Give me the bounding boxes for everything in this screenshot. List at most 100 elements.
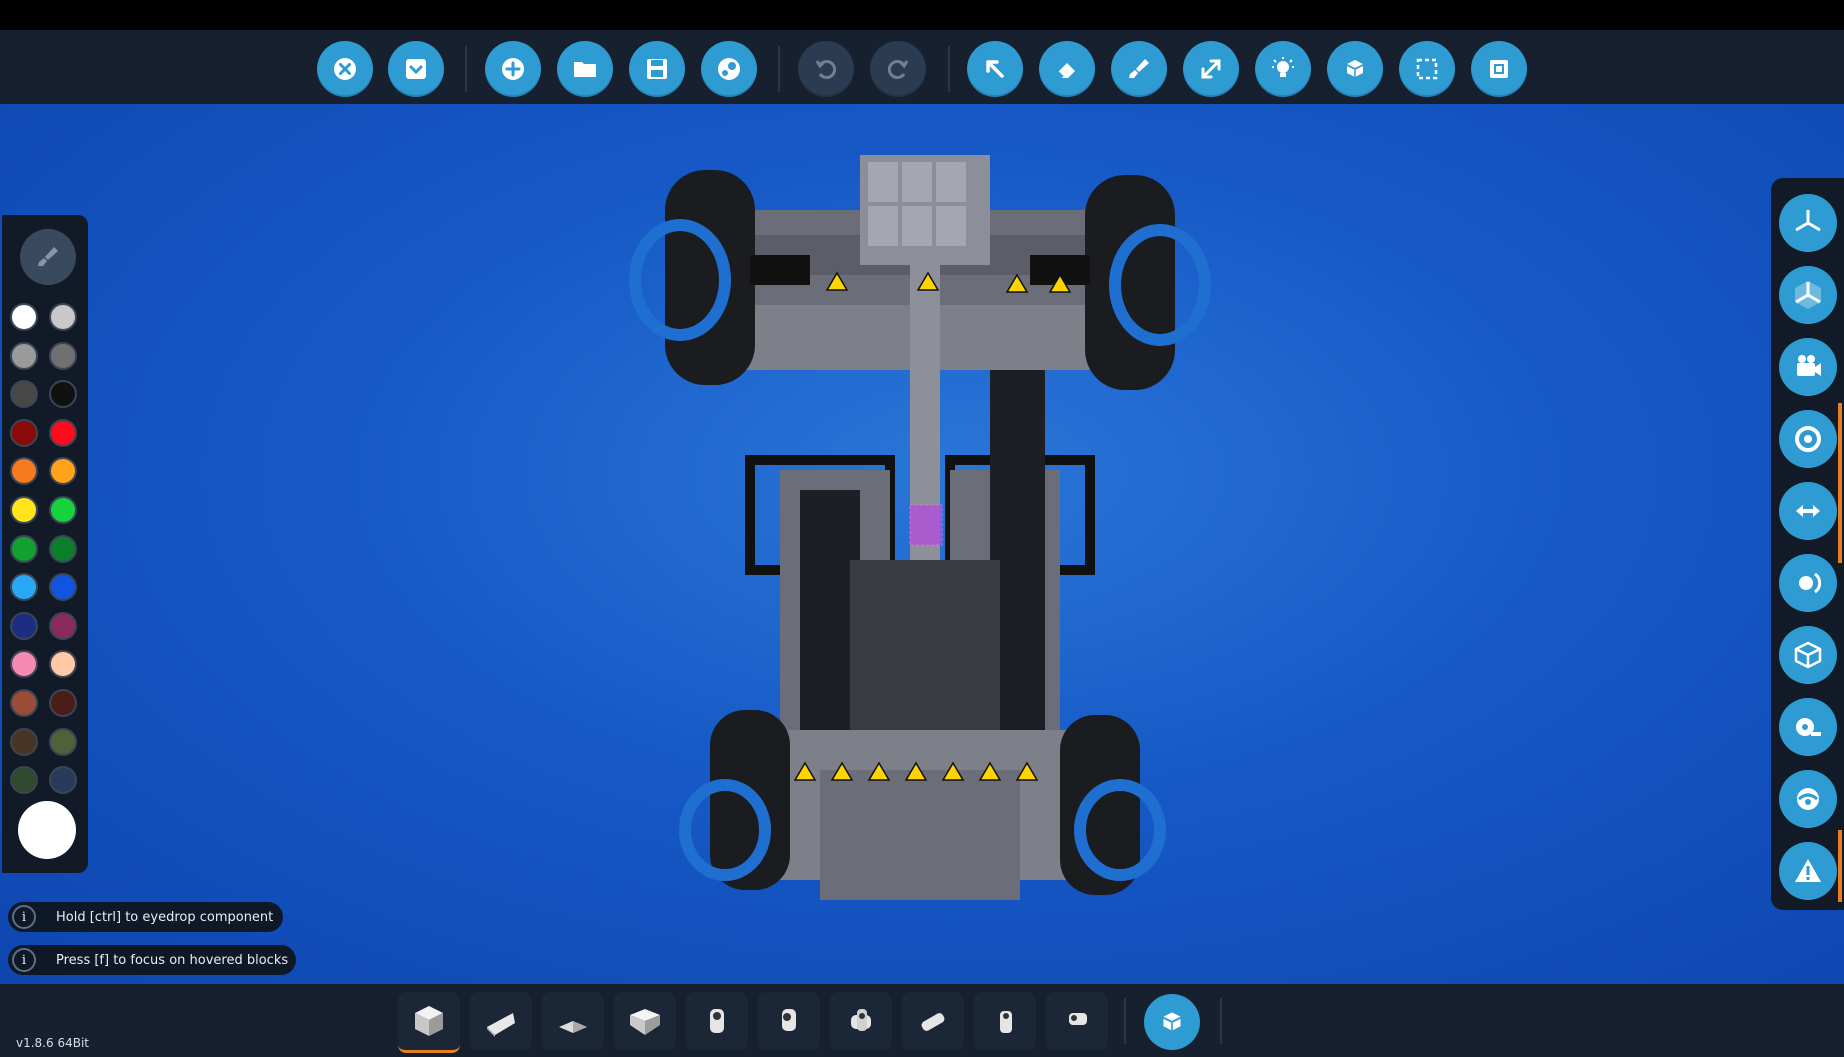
measure-button[interactable]	[1779, 698, 1837, 756]
new-button[interactable]	[485, 41, 541, 97]
hotbar-separator	[1124, 998, 1126, 1044]
scroll-accent	[1838, 403, 1842, 563]
close-icon	[334, 58, 356, 80]
inventory-button[interactable]	[388, 41, 444, 97]
color-swatch[interactable]	[10, 380, 38, 409]
close-button[interactable]	[317, 41, 373, 97]
open-button[interactable]	[557, 41, 613, 97]
info-icon: i	[12, 948, 36, 972]
hide-view-button[interactable]	[1779, 770, 1837, 828]
redo-button[interactable]	[870, 41, 926, 97]
block-pipe-2[interactable]	[758, 992, 820, 1050]
down-arrow-box-icon	[406, 59, 426, 79]
lightbulb-icon	[1272, 57, 1294, 77]
color-swatch[interactable]	[10, 727, 38, 756]
color-swatch[interactable]	[10, 418, 38, 447]
move-tool-button[interactable]	[1183, 41, 1239, 97]
color-swatch[interactable]	[49, 380, 77, 409]
color-swatch[interactable]	[10, 534, 38, 563]
block-pipe-1[interactable]	[686, 992, 748, 1050]
pipe-block-icon	[710, 1009, 724, 1033]
top-toolbar	[0, 30, 1844, 105]
color-swatch[interactable]	[10, 457, 38, 486]
paint-palette	[2, 215, 88, 873]
paint-tool-button[interactable]	[1111, 41, 1167, 97]
block-pipe-3[interactable]	[830, 992, 892, 1050]
color-swatch[interactable]	[49, 457, 77, 486]
block-pipe-5[interactable]	[974, 992, 1036, 1050]
block-pipe-4[interactable]	[902, 992, 964, 1050]
color-swatch[interactable]	[49, 650, 77, 679]
block-hotbar	[0, 984, 1844, 1057]
view-axis-3d-button[interactable]	[1779, 266, 1837, 324]
center-of-mass-button[interactable]	[1779, 410, 1837, 468]
block-inverted-wedge[interactable]	[614, 992, 676, 1050]
lighting-button[interactable]	[1255, 41, 1311, 97]
window-titlebar	[0, 0, 1844, 30]
color-swatch[interactable]	[10, 766, 38, 795]
save-button[interactable]	[629, 41, 685, 97]
color-swatch[interactable]	[10, 341, 38, 370]
axis-3d-icon	[1795, 281, 1821, 309]
thrust-view-button[interactable]	[1779, 482, 1837, 540]
color-swatch[interactable]	[10, 650, 38, 679]
hotbar-separator	[1220, 998, 1222, 1044]
redo-icon	[887, 60, 909, 79]
bounds-view-button[interactable]	[1779, 626, 1837, 684]
color-swatch[interactable]	[10, 573, 38, 602]
current-color-swatch[interactable]	[18, 801, 76, 859]
selection-box-button[interactable]	[1399, 41, 1455, 97]
resize-arrow-icon	[1201, 59, 1221, 79]
undo-button[interactable]	[798, 41, 854, 97]
vehicle-model[interactable]	[620, 140, 1240, 920]
add-icon	[502, 58, 524, 80]
pipe-block-icon	[851, 1009, 871, 1031]
select-tool-button[interactable]	[967, 41, 1023, 97]
workshop-button[interactable]	[701, 41, 757, 97]
color-swatch[interactable]	[49, 341, 77, 370]
color-swatch[interactable]	[10, 496, 38, 524]
cube-block-icon	[415, 1006, 443, 1036]
hint-eyedrop: i Hold [ctrl] to eyedrop component	[8, 902, 283, 932]
pyramid-block-icon	[559, 1021, 587, 1033]
rotation-view-button[interactable]	[1779, 554, 1837, 612]
warnings-button[interactable]	[1779, 842, 1837, 900]
paintbrush-icon	[1129, 59, 1149, 78]
cube-outline-icon	[1794, 641, 1822, 669]
block-pyramid[interactable]	[542, 992, 604, 1050]
color-swatch[interactable]	[49, 766, 77, 795]
hint-focus: i Press [f] to focus on hovered blocks	[8, 945, 296, 975]
eyedropper-button[interactable]	[20, 229, 76, 285]
hint-focus-text: Press [f] to focus on hovered blocks	[56, 952, 289, 968]
color-swatch[interactable]	[10, 611, 38, 640]
block-pipe-6[interactable]	[1046, 992, 1108, 1050]
color-swatch[interactable]	[49, 303, 77, 331]
color-swatch[interactable]	[49, 418, 77, 447]
inverted-wedge-block-icon	[630, 1009, 660, 1035]
folder-icon	[574, 62, 596, 77]
eye-icon	[1797, 788, 1819, 810]
wedge-block-icon	[487, 1013, 515, 1037]
view-axis-button[interactable]	[1779, 194, 1837, 252]
color-swatch[interactable]	[10, 303, 38, 331]
save-icon	[647, 59, 667, 79]
hint-eyedrop-text: Hold [ctrl] to eyedrop component	[56, 909, 274, 925]
inventory-open-button[interactable]	[1144, 994, 1200, 1050]
color-swatch[interactable]	[49, 534, 77, 563]
color-swatch[interactable]	[49, 689, 77, 717]
color-swatch[interactable]	[49, 611, 77, 640]
toolbar-separator	[948, 46, 950, 92]
rotate-icon	[1799, 572, 1822, 594]
color-swatch[interactable]	[49, 727, 77, 756]
color-swatch[interactable]	[49, 573, 77, 602]
eraser-tool-button[interactable]	[1039, 41, 1095, 97]
color-swatch[interactable]	[49, 496, 77, 524]
color-swatch[interactable]	[10, 689, 38, 717]
camera-button[interactable]	[1779, 338, 1837, 396]
chip-icon	[1490, 60, 1508, 78]
microcontroller-button[interactable]	[1471, 41, 1527, 97]
block-cube[interactable]	[398, 992, 460, 1053]
blocks-icon	[1163, 1012, 1181, 1031]
block-wedge[interactable]	[470, 992, 532, 1050]
logic-view-button[interactable]	[1327, 41, 1383, 97]
